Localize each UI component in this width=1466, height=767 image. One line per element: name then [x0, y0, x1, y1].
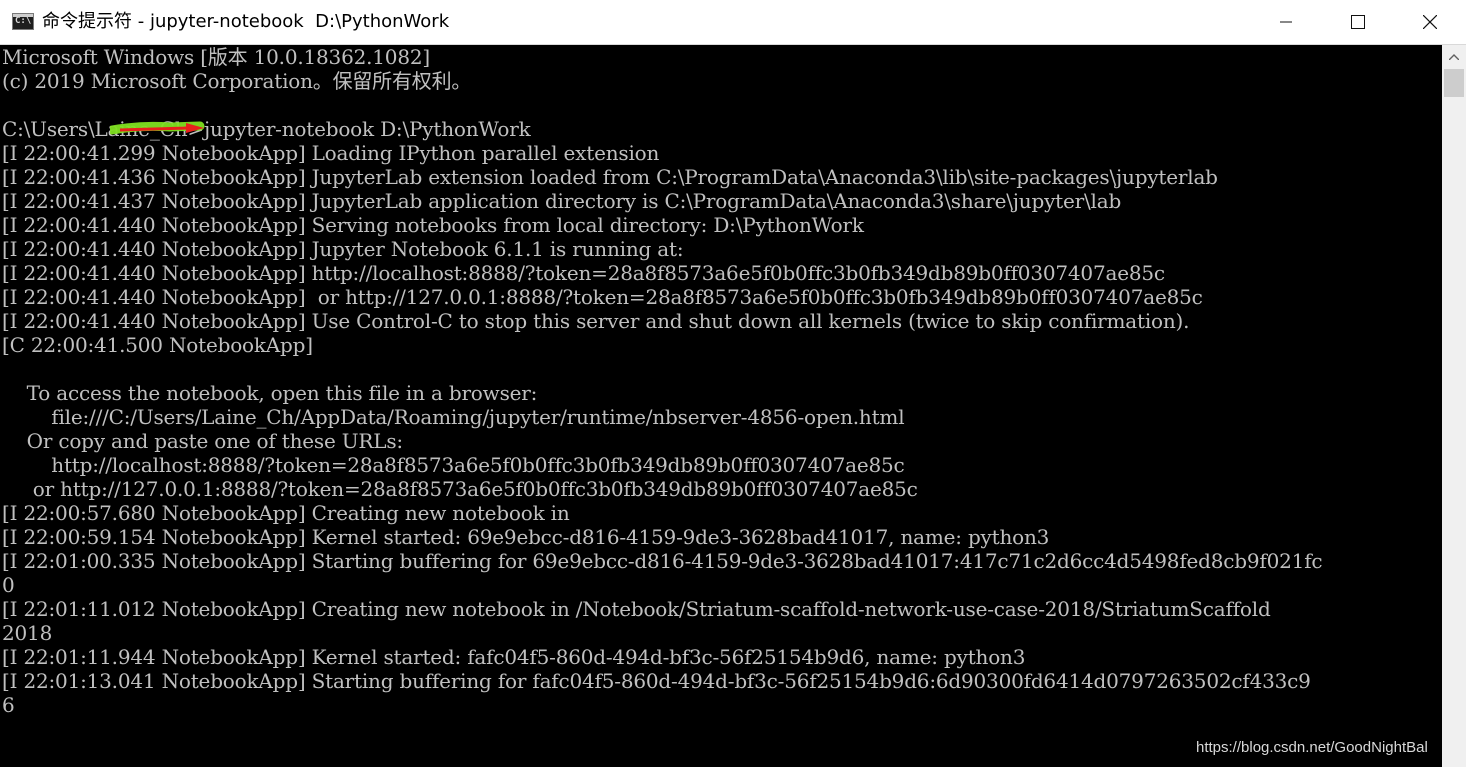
- console-line: [I 22:00:59.154 NotebookApp] Kernel star…: [2, 525, 1050, 549]
- console-line: [I 22:00:41.437 NotebookApp] JupyterLab …: [2, 189, 1122, 213]
- scroll-up-button[interactable]: [1442, 45, 1466, 69]
- console-line: C:\Users\Laine_Ch>jupyter-notebook D:\Py…: [2, 117, 531, 141]
- console-line: [I 22:00:41.436 NotebookApp] JupyterLab …: [2, 165, 1218, 189]
- minimize-icon: [1280, 21, 1292, 23]
- console-line: [I 22:01:11.944 NotebookApp] Kernel star…: [2, 645, 1026, 669]
- console-line: http://localhost:8888/?token=28a8f8573a6…: [2, 453, 905, 477]
- minimize-button[interactable]: [1250, 0, 1322, 44]
- console-line: 6: [2, 693, 15, 717]
- console-line: [I 22:00:57.680 NotebookApp] Creating ne…: [2, 501, 570, 525]
- console-line: [I 22:00:41.440 NotebookApp] or http://1…: [2, 285, 1203, 309]
- console-line: [I 22:00:41.440 NotebookApp] Use Control…: [2, 309, 1190, 333]
- console-line: [I 22:00:41.440 NotebookApp] http://loca…: [2, 261, 1165, 285]
- console-line: [I 22:01:13.041 NotebookApp] Starting bu…: [2, 669, 1311, 693]
- console-line: file:///C:/Users/Laine_Ch/AppData/Roamin…: [2, 405, 905, 429]
- maximize-button[interactable]: [1322, 0, 1394, 44]
- cmd-icon[interactable]: C:\: [12, 13, 34, 30]
- close-icon: [1423, 15, 1437, 29]
- cmd-icon-text: C:\: [15, 16, 32, 26]
- console-line: [I 22:00:41.299 NotebookApp] Loading IPy…: [2, 141, 660, 165]
- console-line: 0: [2, 573, 15, 597]
- scroll-up-arrow-icon: [1449, 54, 1459, 60]
- scroll-thumb[interactable]: [1444, 69, 1464, 97]
- console-line: Or copy and paste one of these URLs:: [2, 429, 404, 453]
- window-title: 命令提示符 - jupyter-notebook D:\PythonWork: [42, 11, 450, 32]
- title-bar[interactable]: C:\ 命令提示符 - jupyter-notebook D:\PythonWo…: [0, 0, 1466, 45]
- console-line: Microsoft Windows [版本 10.0.18362.1082]: [2, 45, 430, 69]
- console-line: [I 22:01:11.012 NotebookApp] Creating ne…: [2, 597, 1271, 621]
- close-button[interactable]: [1394, 0, 1466, 44]
- arrow-annotation-icon: [110, 121, 205, 135]
- console-line: or http://127.0.0.1:8888/?token=28a8f857…: [2, 477, 918, 501]
- console-line: [I 22:00:41.440 NotebookApp] Jupyter Not…: [2, 237, 684, 261]
- console-line: [C 22:00:41.500 NotebookApp]: [2, 333, 313, 357]
- console-line: 2018: [2, 621, 53, 645]
- console-line: [I 22:00:41.440 NotebookApp] Serving not…: [2, 213, 864, 237]
- vertical-scrollbar[interactable]: [1442, 45, 1466, 767]
- cmd-window: C:\ 命令提示符 - jupyter-notebook D:\PythonWo…: [0, 0, 1466, 767]
- console-line: [I 22:01:00.335 NotebookApp] Starting bu…: [2, 549, 1323, 573]
- maximize-icon: [1351, 15, 1365, 29]
- console-output[interactable]: Microsoft Windows [版本 10.0.18362.1082] (…: [0, 45, 1442, 767]
- console-line: To access the notebook, open this file i…: [2, 381, 538, 405]
- watermark: https://blog.csdn.net/GoodNightBal: [1196, 739, 1428, 756]
- console-line: (c) 2019 Microsoft Corporation。保留所有权利。: [2, 69, 472, 93]
